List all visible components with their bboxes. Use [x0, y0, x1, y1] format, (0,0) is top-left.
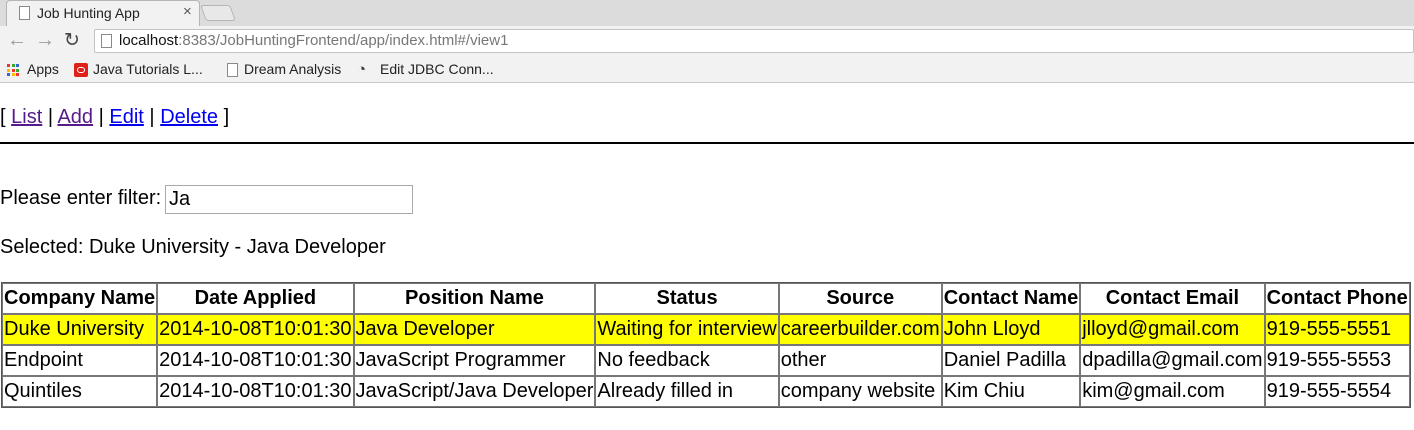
close-tab-icon[interactable]: × — [183, 3, 192, 20]
cell-contact-email: jlloyd@gmail.com — [1080, 314, 1265, 345]
eye-icon: ◔ — [357, 61, 367, 78]
header-contact-email: Contact Email — [1080, 283, 1265, 314]
jobs-table: Company Name Date Applied Position Name … — [1, 282, 1411, 408]
cell-position-name: JavaScript/Java Developer — [353, 376, 596, 407]
cell-company-name: Endpoint — [2, 345, 158, 376]
header-contact-phone: Contact Phone — [1264, 283, 1410, 314]
bookmark-edit-jdbc[interactable]: Edit JDBC Conn... — [380, 61, 494, 77]
cell-contact-phone: 919-555-5554 — [1264, 376, 1410, 407]
bookmark-java-tutorials[interactable]: Java Tutorials L... — [93, 61, 203, 77]
edit-link[interactable]: Edit — [109, 106, 143, 128]
nav-separator: | — [149, 106, 155, 128]
oracle-icon — [74, 63, 88, 77]
header-date-applied: Date Applied — [157, 283, 354, 314]
table-row[interactable]: Duke University 2014-10-08T10:01:30 Java… — [2, 314, 1410, 345]
nav-bracket-close: ] — [223, 106, 230, 128]
tab-strip: Job Hunting App × — [0, 0, 1414, 26]
table-row[interactable]: Endpoint 2014-10-08T10:01:30 JavaScript … — [2, 345, 1410, 376]
bookmarks-bar: Apps Java Tutorials L... Dream Analysis … — [0, 58, 1414, 83]
cell-status: No feedback — [595, 345, 779, 376]
back-arrow-icon[interactable]: ← — [7, 29, 27, 52]
filter-label: Please enter filter: — [0, 187, 162, 209]
cell-position-name: Java Developer — [353, 314, 596, 345]
filter-input[interactable] — [165, 185, 413, 214]
cell-contact-name: Daniel Padilla — [941, 345, 1081, 376]
page-icon — [19, 6, 30, 20]
page-icon — [227, 63, 238, 77]
header-contact-name: Contact Name — [941, 283, 1081, 314]
nav-separator: | — [47, 106, 54, 128]
selected-text: Selected: Duke University - Java Develop… — [0, 236, 386, 258]
page-icon — [101, 34, 112, 48]
add-link[interactable]: Add — [57, 106, 93, 128]
nav-separator: | — [98, 106, 104, 128]
url-text: localhost:8383/JobHuntingFrontend/app/in… — [119, 32, 509, 49]
cell-source: careerbuilder.com — [778, 314, 942, 345]
forward-arrow-icon[interactable]: → — [35, 29, 55, 52]
cell-contact-phone: 919-555-5553 — [1264, 345, 1410, 376]
divider — [0, 142, 1414, 144]
nav-links: [ List | Add | Edit | Delete ] — [0, 106, 229, 129]
nav-bracket-open: [ — [0, 106, 6, 128]
cell-contact-email: kim@gmail.com — [1080, 376, 1265, 407]
cell-status: Waiting for interview — [595, 314, 779, 345]
cell-date-applied: 2014-10-08T10:01:30 — [157, 314, 354, 345]
cell-date-applied: 2014-10-08T10:01:30 — [157, 376, 354, 407]
reload-icon[interactable]: ↻ — [64, 29, 80, 52]
header-position-name: Position Name — [353, 283, 596, 314]
bookmark-dream-analysis[interactable]: Dream Analysis — [244, 61, 341, 77]
cell-company-name: Duke University — [2, 314, 158, 345]
delete-link[interactable]: Delete — [160, 106, 218, 128]
cell-source: company website — [778, 376, 942, 407]
new-tab-button[interactable] — [200, 5, 236, 21]
tab-title: Job Hunting App — [37, 5, 140, 21]
browser-tab[interactable]: Job Hunting App × — [6, 0, 200, 26]
table-row[interactable]: Quintiles 2014-10-08T10:01:30 JavaScript… — [2, 376, 1410, 407]
table-header-row: Company Name Date Applied Position Name … — [2, 283, 1410, 314]
cell-company-name: Quintiles — [2, 376, 158, 407]
header-status: Status — [595, 283, 779, 314]
bookmark-apps[interactable]: Apps — [27, 61, 59, 77]
cell-source: other — [778, 345, 942, 376]
cell-contact-name: John Lloyd — [941, 314, 1081, 345]
cell-contact-name: Kim Chiu — [941, 376, 1081, 407]
header-company-name: Company Name — [2, 283, 158, 314]
cell-status: Already filled in — [595, 376, 779, 407]
address-bar[interactable]: localhost:8383/JobHuntingFrontend/app/in… — [94, 29, 1414, 53]
list-link[interactable]: List — [11, 106, 42, 128]
cell-contact-phone: 919-555-5551 — [1264, 314, 1410, 345]
header-source: Source — [778, 283, 942, 314]
cell-position-name: JavaScript Programmer — [353, 345, 596, 376]
apps-grid-icon — [7, 64, 19, 76]
cell-date-applied: 2014-10-08T10:01:30 — [157, 345, 354, 376]
browser-toolbar: ← → ↻ localhost:8383/JobHuntingFrontend/… — [0, 26, 1414, 58]
cell-contact-email: dpadilla@gmail.com — [1080, 345, 1265, 376]
